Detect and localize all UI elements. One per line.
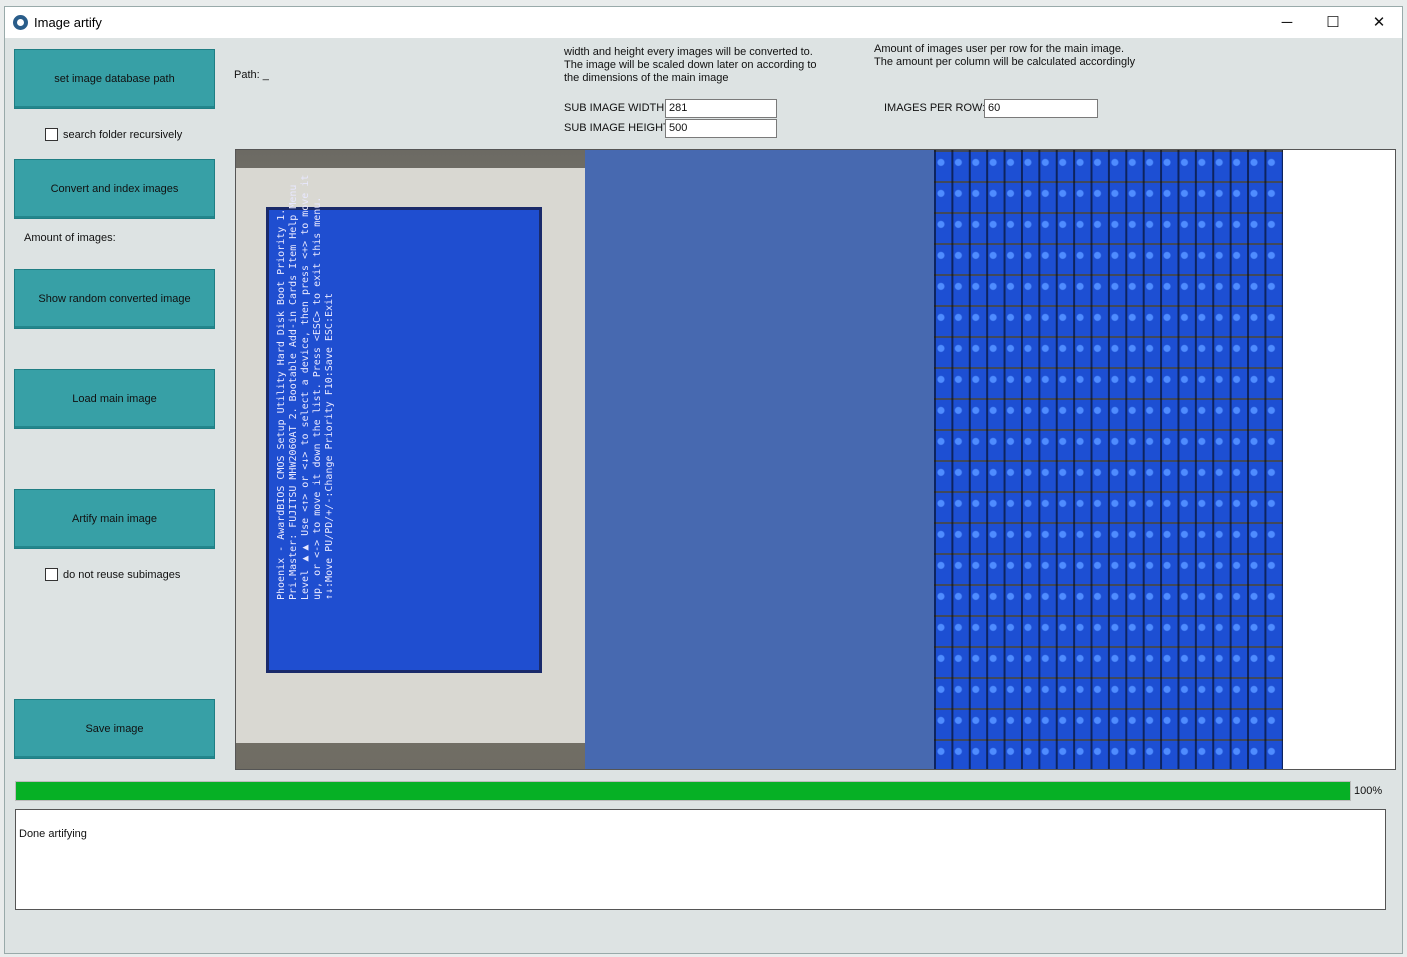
progress-bar-fill <box>16 782 1350 800</box>
status-log: Done artifying <box>15 809 1386 910</box>
minimize-button[interactable]: ─ <box>1264 7 1310 38</box>
images-per-row-input[interactable]: 60 <box>984 99 1098 118</box>
size-info-line1: width and height every images will be co… <box>564 46 813 58</box>
bios-screen-text: Phoenix - AwardBIOS CMOS Setup Utility H… <box>276 174 335 600</box>
search-recursive-label: search folder recursively <box>63 128 183 141</box>
sub-image-width-label: SUB IMAGE WIDTH: <box>564 102 668 114</box>
checkbox-box[interactable] <box>45 128 58 141</box>
main-image-photo: Phoenix - AwardBIOS CMOS Setup Utility H… <box>236 150 585 769</box>
app-icon <box>13 15 28 30</box>
title-bar[interactable]: Image artify ─ ☐ ✕ <box>5 7 1402 38</box>
show-random-image-button[interactable]: Show random converted image <box>14 269 215 329</box>
convert-and-index-button[interactable]: Convert and index images <box>14 159 215 219</box>
artify-main-image-button[interactable]: Artify main image <box>14 489 215 549</box>
row-info-line2: The amount per column will be calculated… <box>874 56 1136 68</box>
size-info-line3: the dimensions of the main image <box>564 72 729 84</box>
row-info-line1: Amount of images user per row for the ma… <box>874 43 1125 55</box>
close-button[interactable]: ✕ <box>1356 7 1402 38</box>
no-reuse-subimages-checkbox[interactable]: do not reuse subimages <box>45 568 180 581</box>
save-image-button[interactable]: Save image <box>14 699 215 759</box>
window-title: Image artify <box>34 15 102 30</box>
size-info-line2: The image will be scaled down later on a… <box>564 59 817 71</box>
progress-label: 100% <box>1354 785 1383 797</box>
image-preview-canvas: Phoenix - AwardBIOS CMOS Setup Utility H… <box>235 149 1396 770</box>
no-reuse-subimages-label: do not reuse subimages <box>63 568 181 581</box>
load-main-image-button[interactable]: Load main image <box>14 369 215 429</box>
average-color-block <box>585 150 934 769</box>
app-window: Image artify ─ ☐ ✕ set image database pa… <box>4 6 1403 954</box>
mosaic-result <box>934 150 1283 769</box>
sub-image-width-input[interactable]: 281 <box>665 99 777 118</box>
status-log-text: Done artifying <box>19 828 87 840</box>
sub-image-height-input[interactable]: 500 <box>665 119 777 138</box>
search-recursive-checkbox[interactable]: search folder recursively <box>45 128 182 141</box>
maximize-button[interactable]: ☐ <box>1310 7 1356 38</box>
sub-image-height-label: SUB IMAGE HEIGHT: <box>564 122 672 134</box>
amount-of-images-label: Amount of images: <box>24 232 116 244</box>
images-per-row-label: IMAGES PER ROW: <box>884 102 986 114</box>
set-image-database-path-button[interactable]: set image database path <box>14 49 215 109</box>
progress-bar <box>15 781 1351 801</box>
path-label: Path: _ <box>234 69 269 81</box>
checkbox-box[interactable] <box>45 568 58 581</box>
